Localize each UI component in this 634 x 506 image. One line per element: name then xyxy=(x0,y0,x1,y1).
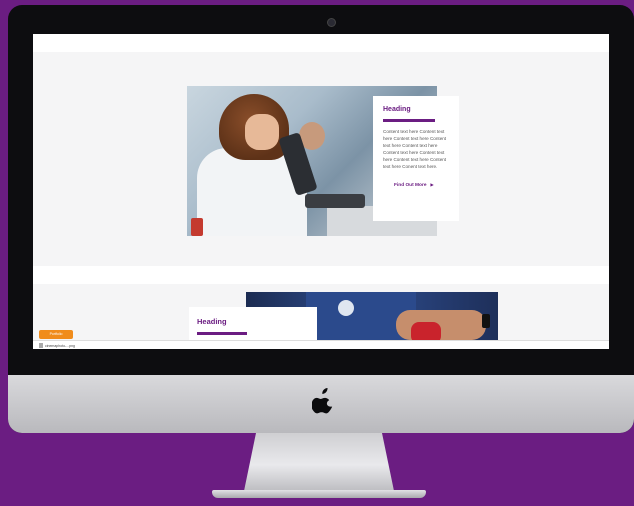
triangle-right-icon: ▶ xyxy=(430,182,434,187)
find-out-more-link[interactable]: Find Out More ▶ xyxy=(394,182,449,188)
download-filename: cinemaphoto-...png xyxy=(45,343,75,348)
find-out-more-label: Find Out More xyxy=(394,183,427,188)
watch-icon xyxy=(482,314,490,328)
download-item[interactable]: cinemaphoto-...png xyxy=(39,342,75,349)
file-icon xyxy=(39,343,43,348)
apple-logo-icon xyxy=(312,388,333,414)
download-bar: cinemaphoto-...png xyxy=(33,340,609,349)
card-body-text: Content text here Content text here Cont… xyxy=(383,129,447,169)
section-divider xyxy=(33,266,609,284)
page-header-strip xyxy=(33,34,609,52)
monitor-base xyxy=(212,490,426,498)
monitor-stand xyxy=(244,433,394,491)
shirt-logo-icon xyxy=(338,300,354,316)
heading-underline-2 xyxy=(197,332,247,335)
portfolio-tag-button[interactable]: Portfolio xyxy=(39,330,73,339)
content-card: Heading Content text here Content text h… xyxy=(373,96,459,221)
heading-underline xyxy=(383,119,435,122)
card-heading: Heading xyxy=(383,106,411,113)
monitor-screen: Heading Content text here Content text h… xyxy=(33,34,609,349)
card-heading-2: Heading xyxy=(197,317,227,326)
camera-icon xyxy=(327,18,336,27)
